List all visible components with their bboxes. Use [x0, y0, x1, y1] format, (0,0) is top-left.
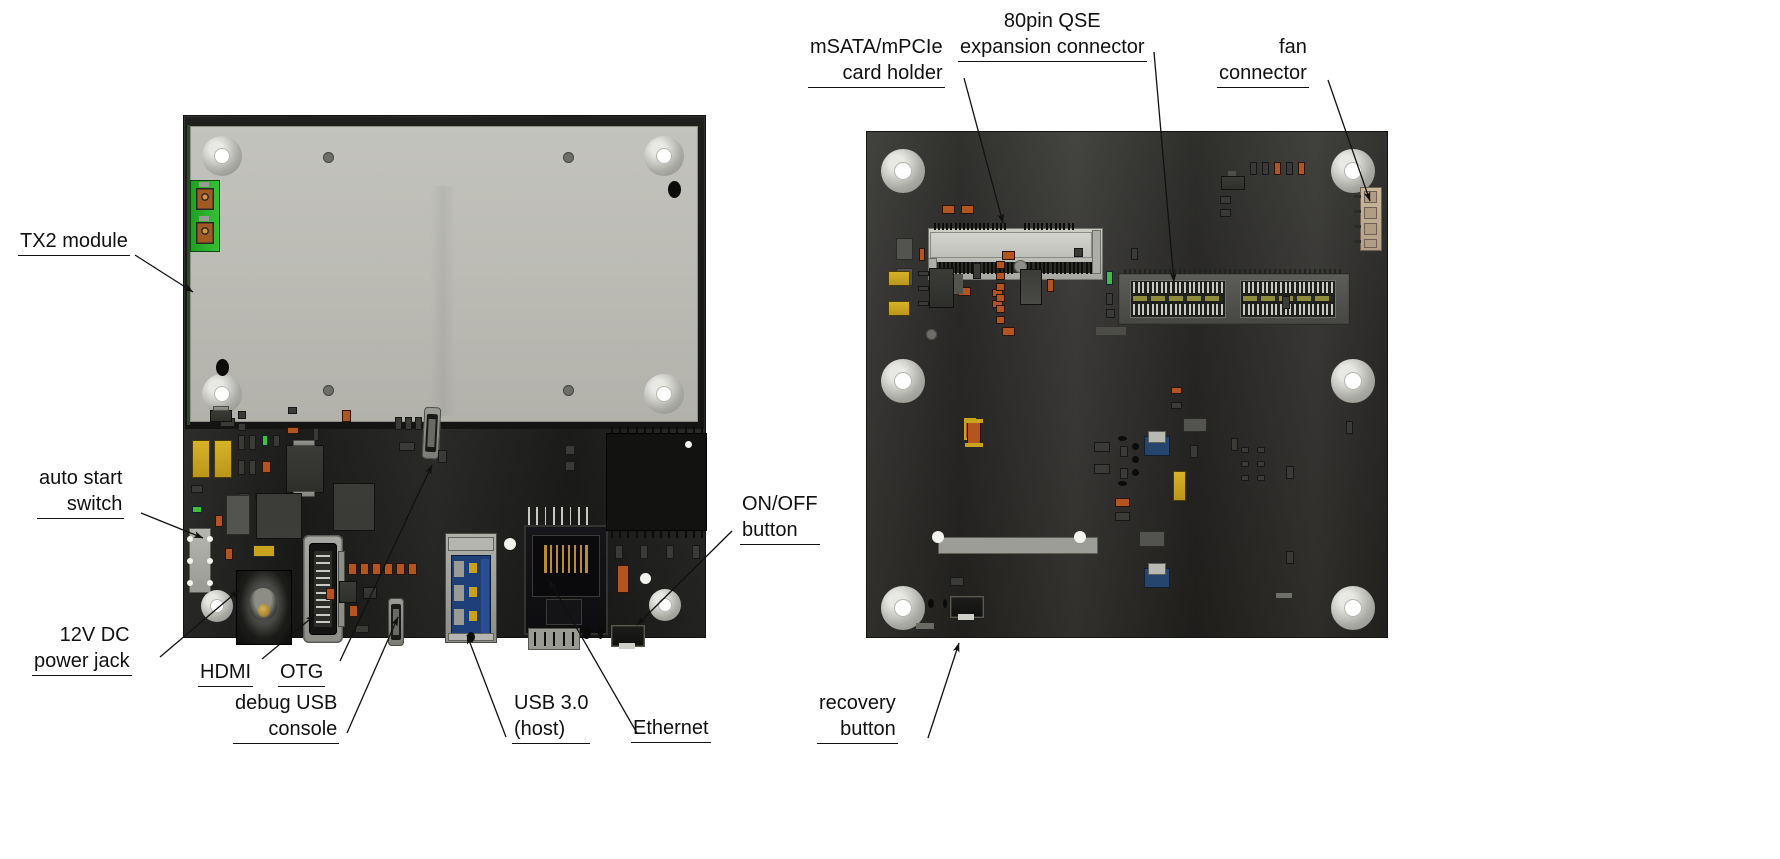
callout-hdmi: HDMI	[198, 660, 254, 687]
label-hdmi: HDMI	[198, 660, 254, 687]
label-power-jack-line1: 12V DC	[59, 624, 130, 646]
ethernet-latch	[528, 628, 580, 650]
carrier-board-top-view	[183, 115, 707, 650]
callout-auto-start-switch: auto start switch	[37, 466, 125, 519]
leader-recovery	[927, 642, 960, 739]
label-onoff-line2: button	[740, 518, 820, 545]
label-recovery-line1: recovery	[819, 692, 896, 714]
ic-chip	[333, 483, 375, 531]
transistor	[1221, 176, 1245, 190]
label-ethernet: Ethernet	[631, 716, 711, 743]
mounting-hole	[1331, 359, 1375, 403]
leader-usb3-host	[466, 634, 507, 738]
connector-pad	[1144, 431, 1170, 456]
diagram-canvas: TX2 module auto start switch 12V DC powe…	[0, 0, 1780, 859]
ic-chip	[606, 433, 707, 531]
capacitor	[214, 440, 232, 478]
ic-chip	[1139, 531, 1165, 547]
ic-chip	[286, 445, 324, 493]
capacitor	[1173, 471, 1186, 501]
label-otg: OTG	[278, 660, 326, 687]
mounting-hole	[649, 589, 681, 621]
qse-expansion-connector[interactable]	[1118, 269, 1350, 325]
label-fan-line2: connector	[1217, 61, 1309, 88]
callout-power-jack: 12V DC power jack	[32, 623, 132, 676]
voltage-regulator	[929, 268, 954, 308]
ic-chip	[226, 495, 250, 535]
inductor	[253, 545, 275, 557]
carrier-board-bottom-view	[866, 131, 1388, 638]
connector-pad	[1144, 563, 1170, 588]
on-off-button[interactable]	[611, 625, 645, 649]
ethernet-rj45-connector[interactable]	[524, 525, 608, 635]
callout-tx2-module: TX2 module	[18, 229, 130, 256]
label-qse-line1: 80pin QSE	[1003, 10, 1101, 32]
label-auto-start-line2: switch	[37, 492, 125, 519]
mounting-hole	[881, 359, 925, 403]
ic-chip	[263, 435, 264, 436]
usb3-host-connector[interactable]	[445, 533, 497, 643]
hdmi-connector[interactable]	[303, 535, 345, 643]
callout-debug-usb-console: debug USB console	[233, 691, 340, 744]
fan-connector[interactable]	[1354, 187, 1382, 251]
callout-ethernet: Ethernet	[631, 716, 711, 743]
tx2-module-heatsink	[190, 126, 698, 422]
label-debug-usb-line1: debug USB	[235, 692, 338, 714]
callout-msata-card-holder: mSATA/mPCIe card holder	[808, 35, 945, 88]
callout-recovery-button: recovery button	[817, 691, 898, 744]
callout-fan-connector: fan connector	[1217, 35, 1309, 88]
ethernet-shield-pins	[528, 507, 588, 525]
antenna-connector-board	[190, 180, 220, 252]
label-debug-usb-line2: console	[233, 717, 340, 744]
ic-chip	[256, 493, 302, 539]
label-recovery-line2: button	[817, 717, 898, 744]
callout-otg: OTG	[278, 660, 326, 687]
label-usb3-line1: USB 3.0	[514, 692, 589, 714]
label-msata-line1: mSATA/mPCIe	[810, 36, 943, 58]
mounting-hole	[1331, 586, 1375, 630]
mounting-hole	[881, 149, 925, 193]
mounting-hole	[201, 590, 233, 622]
callout-qse-expansion: 80pin QSE expansion connector	[958, 9, 1147, 62]
auto-start-switch[interactable]	[187, 528, 213, 593]
capacitor	[192, 440, 210, 478]
label-tx2-module: TX2 module	[18, 229, 130, 256]
label-power-jack-line2: power jack	[32, 649, 132, 676]
label-usb3-line2: (host)	[512, 717, 591, 744]
fuse	[967, 421, 981, 445]
recovery-button[interactable]	[950, 596, 984, 620]
debug-usb-console-connector[interactable]	[388, 598, 404, 646]
dc-power-jack[interactable]	[236, 570, 292, 645]
label-msata-line2: card holder	[808, 61, 945, 88]
label-auto-start-line1: auto start	[39, 467, 123, 489]
callout-usb3-host: USB 3.0 (host)	[512, 691, 591, 744]
label-qse-line2: expansion connector	[958, 35, 1147, 62]
callout-onoff-button: ON/OFF button	[740, 492, 820, 545]
label-onoff-line1: ON/OFF	[742, 493, 818, 515]
label-fan-line1: fan	[1279, 36, 1307, 58]
